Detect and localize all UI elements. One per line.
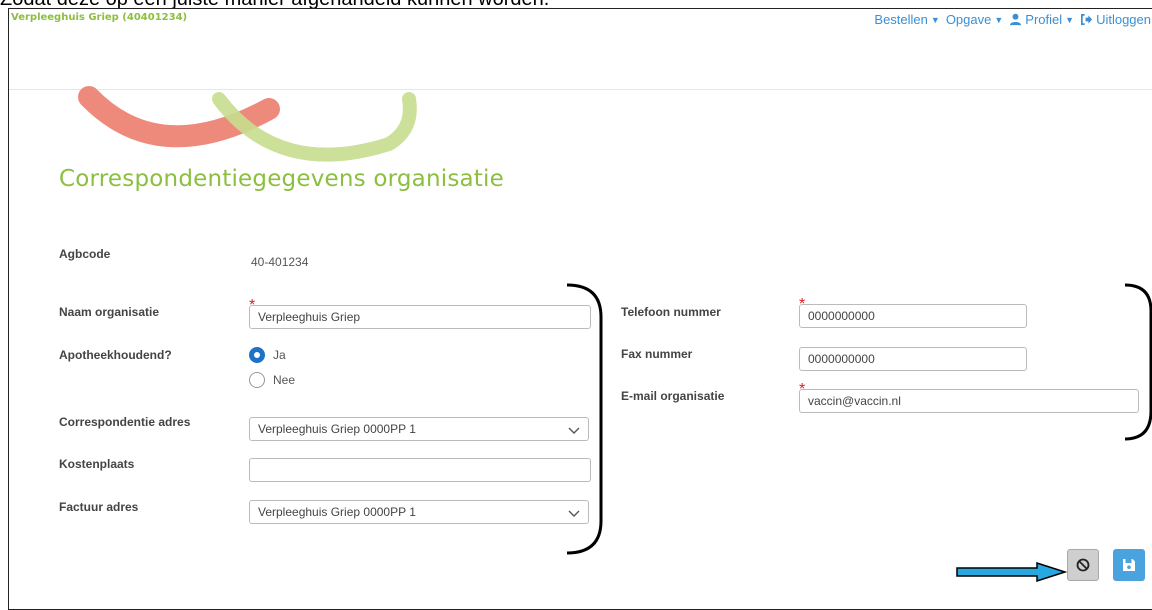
factuur-adres-label: Factuur adres bbox=[59, 500, 139, 514]
caret-down-icon: ▼ bbox=[1065, 14, 1075, 25]
nav-uitloggen[interactable]: Uitloggen bbox=[1080, 12, 1151, 27]
radio-ja-label: Ja bbox=[273, 348, 286, 362]
correspondentie-adres-select[interactable]: Verpleeghuis Griep 0000PP 1 bbox=[249, 417, 589, 441]
email-input[interactable]: * vaccin@vaccin.nl bbox=[799, 382, 1139, 413]
page-title: Correspondentiegegevens organisatie bbox=[59, 166, 504, 192]
ban-icon bbox=[1076, 558, 1090, 572]
kostenplaats-label: Kostenplaats bbox=[59, 457, 135, 471]
required-marker: * bbox=[799, 296, 806, 313]
nav-opgave-label: Opgave bbox=[945, 12, 992, 27]
radio-ja-button[interactable] bbox=[249, 347, 265, 363]
radio-nee-label: Nee bbox=[273, 373, 296, 387]
save-button[interactable] bbox=[1113, 549, 1145, 581]
fax-input[interactable]: 0000000000 bbox=[799, 347, 1027, 371]
telefoon-input[interactable]: * 0000000000 bbox=[799, 297, 1027, 328]
naam-organisatie-input[interactable]: * Verpleeghuis Griep bbox=[249, 298, 591, 329]
agbcode-value: 40-401234 bbox=[251, 255, 309, 269]
nav-uitloggen-label: Uitloggen bbox=[1096, 12, 1151, 27]
required-marker: * bbox=[249, 297, 256, 314]
app-window: Verpleeghuis Griep (40401234) Bestellen … bbox=[8, 8, 1152, 610]
caret-down-icon: ▼ bbox=[994, 14, 1004, 25]
telefoon-value: 0000000000 bbox=[808, 309, 875, 323]
correspondentie-adres-label: Correspondentie adres bbox=[59, 415, 191, 429]
sign-out-icon bbox=[1081, 14, 1093, 25]
nav-opgave[interactable]: Opgave ▼ bbox=[946, 12, 1003, 27]
organisation-logo bbox=[78, 86, 417, 162]
annotation-bracket-right bbox=[1124, 283, 1152, 441]
apotheekhoudend-label: Apotheekhoudend? bbox=[59, 348, 172, 362]
radio-nee[interactable]: Nee bbox=[249, 372, 295, 388]
email-value: vaccin@vaccin.nl bbox=[808, 394, 901, 408]
organisation-brand[interactable]: Verpleeghuis Griep (40401234) bbox=[11, 12, 187, 23]
radio-ja[interactable]: Ja bbox=[249, 347, 286, 363]
factuur-adres-value: Verpleeghuis Griep 0000PP 1 bbox=[258, 505, 416, 519]
kostenplaats-input[interactable] bbox=[249, 458, 591, 482]
radio-nee-button[interactable] bbox=[249, 372, 265, 388]
correspondentie-adres-value: Verpleeghuis Griep 0000PP 1 bbox=[258, 422, 416, 436]
nav-profiel[interactable]: Profiel ▼ bbox=[1009, 12, 1074, 27]
required-marker: * bbox=[799, 381, 806, 398]
main-nav: Bestellen ▼ Opgave ▼ Profiel ▼ Uitloggen bbox=[874, 12, 1151, 27]
naam-organisatie-value: Verpleeghuis Griep bbox=[258, 310, 361, 324]
annotation-arrow-icon bbox=[956, 562, 1068, 582]
nav-profiel-label: Profiel bbox=[1025, 12, 1063, 27]
annotation-bracket-left bbox=[566, 283, 603, 555]
agbcode-label: Agbcode bbox=[59, 247, 111, 261]
telefoon-label: Telefoon nummer bbox=[621, 305, 721, 319]
email-label: E-mail organisatie bbox=[621, 389, 725, 403]
floppy-disk-icon bbox=[1123, 559, 1135, 571]
factuur-adres-select[interactable]: Verpleeghuis Griep 0000PP 1 bbox=[249, 500, 589, 524]
nav-bestellen-label: Bestellen bbox=[874, 12, 928, 27]
nav-bestellen[interactable]: Bestellen ▼ bbox=[874, 12, 939, 27]
caret-down-icon: ▼ bbox=[930, 14, 940, 25]
naam-organisatie-label: Naam organisatie bbox=[59, 305, 160, 319]
fax-value: 0000000000 bbox=[808, 352, 875, 366]
cancel-button[interactable] bbox=[1067, 549, 1099, 581]
user-icon bbox=[1010, 13, 1022, 26]
fax-label: Fax nummer bbox=[621, 347, 693, 361]
